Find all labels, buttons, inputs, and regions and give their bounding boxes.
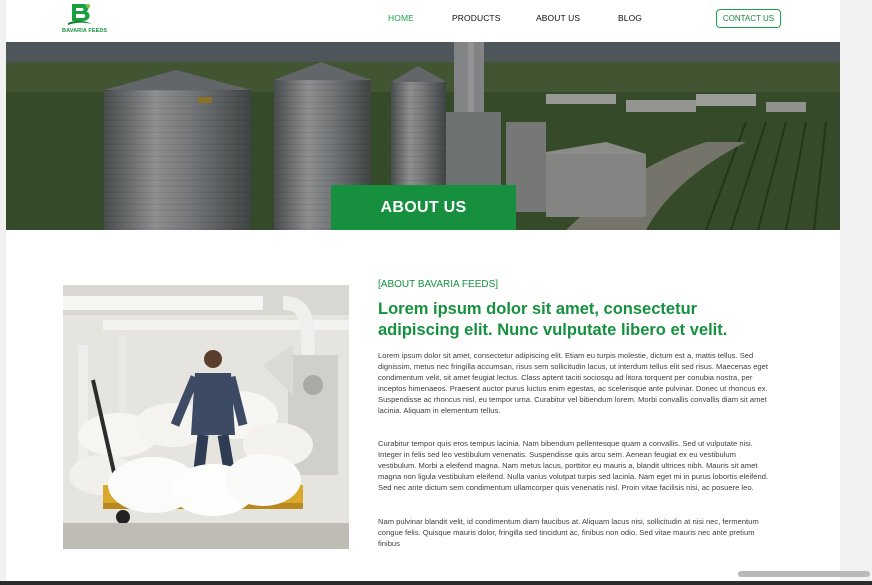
nav-about-us[interactable]: ABOUT US: [536, 13, 580, 25]
worker-photo-illustration: [63, 285, 349, 549]
about-paragraph-1: Lorem ipsum dolor sit amet, consectetur …: [378, 351, 768, 415]
brand-logo[interactable]: BAVARIA FEEDS: [62, 3, 108, 35]
horizontal-scrollbar-thumb[interactable]: [738, 571, 870, 577]
hero-title: ABOUT US: [331, 185, 516, 230]
feed-mill-worker-photo: [63, 285, 349, 549]
logo-text: BAVARIA FEEDS: [62, 28, 108, 34]
nav-blog[interactable]: BLOG: [618, 13, 642, 25]
bottom-edge-bar: [0, 581, 872, 585]
section-headline: Lorem ipsum dolor sit amet, consectetur …: [378, 300, 728, 339]
nav-home[interactable]: HOME: [388, 13, 414, 25]
page-gutter: [840, 0, 872, 581]
page: BAVARIA FEEDS HOME PRODUCTS ABOUT US BLO…: [6, 0, 840, 581]
section-eyebrow: [ABOUT BAVARIA FEEDS]: [378, 279, 499, 290]
hero-banner: ABOUT US: [6, 42, 840, 230]
site-header: BAVARIA FEEDS HOME PRODUCTS ABOUT US BLO…: [6, 0, 840, 42]
nav-products[interactable]: PRODUCTS: [452, 13, 501, 25]
b-letter-logo-icon: [68, 4, 92, 25]
contact-us-button[interactable]: CONTACT US: [716, 9, 781, 28]
about-paragraph-2: Curabitur tempor quis eros tempus lacini…: [378, 439, 769, 492]
about-paragraph-3: Nam pulvinar blandit velit, id condiment…: [378, 517, 759, 548]
